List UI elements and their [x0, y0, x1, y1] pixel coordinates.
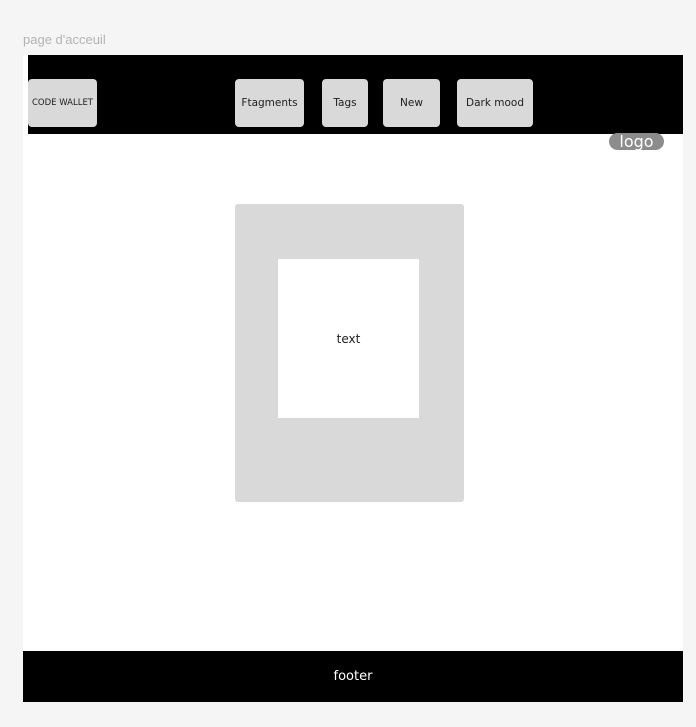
- fragments-button[interactable]: Ftagments: [235, 79, 304, 127]
- logo-badge: logo: [609, 133, 664, 150]
- dark-mode-button[interactable]: Dark mood: [457, 79, 533, 127]
- frame-label: page d'acceuil: [23, 32, 106, 47]
- page-frame: CODE WALLET Ftagments Tags New Dark mood…: [23, 55, 683, 702]
- code-wallet-button[interactable]: CODE WALLET: [28, 79, 97, 127]
- tags-button[interactable]: Tags: [322, 79, 368, 127]
- card-text-box: text: [278, 259, 419, 418]
- content-card: text: [235, 204, 464, 502]
- new-button[interactable]: New: [383, 79, 440, 127]
- footer: footer: [23, 651, 683, 702]
- navbar: CODE WALLET Ftagments Tags New Dark mood: [28, 55, 683, 134]
